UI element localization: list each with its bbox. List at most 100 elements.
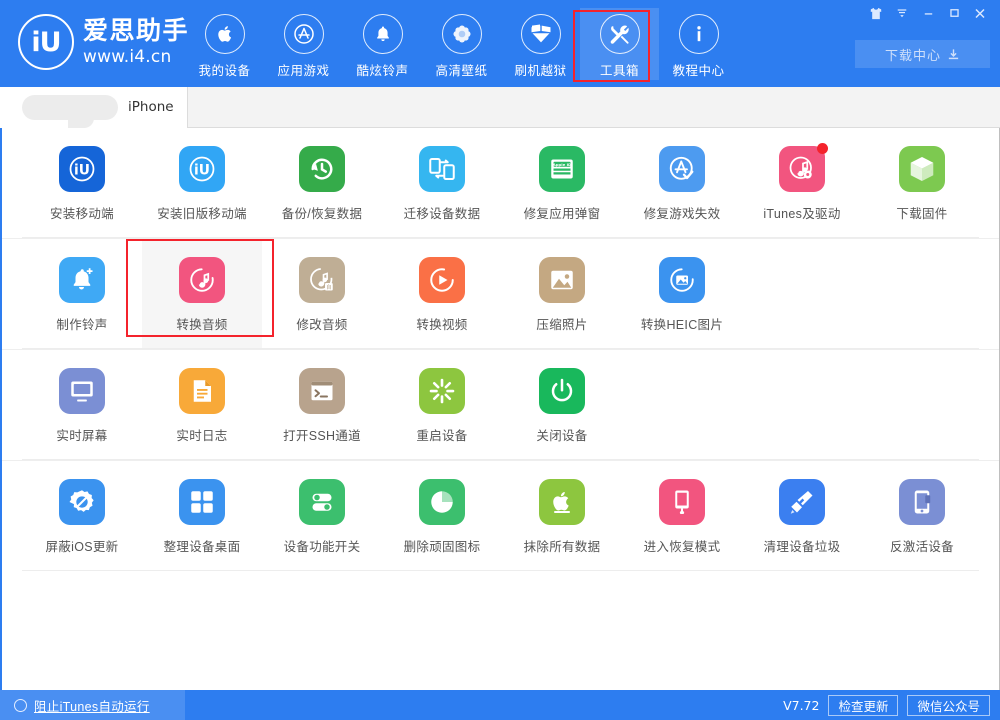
nav-item-apps-games[interactable]: 应用游戏 xyxy=(264,8,343,80)
feature-toggle-icon xyxy=(299,479,345,525)
nav-item-ringtones[interactable]: 酷炫铃声 xyxy=(343,8,422,80)
migrate-data-icon xyxy=(419,146,465,192)
tool-tile-ssh-terminal[interactable]: 打开SSH通道 xyxy=(262,350,382,460)
tool-row: iU 安装移动端 iU 安装旧版移动端 备份/恢复数据迁移设备数据Apple ID修复应… xyxy=(2,128,999,238)
i4-logo-icon: iU xyxy=(18,14,74,70)
tool-tile-label: 进入恢复模式 xyxy=(644,536,721,555)
tool-tile-i4-app[interactable]: iU 安装移动端 xyxy=(22,128,142,238)
tool-tile-label: 屏蔽iOS更新 xyxy=(46,536,119,555)
live-screen-icon xyxy=(59,368,105,414)
tool-tile-i4-app-old[interactable]: iU 安装旧版移动端 xyxy=(142,128,262,238)
skin-icon[interactable] xyxy=(864,3,888,23)
toolbox-content: iU 安装移动端 iU 安装旧版移动端 备份/恢复数据迁移设备数据Apple ID修复应… xyxy=(0,128,1000,690)
tool-tile-label: 安装旧版移动端 xyxy=(157,203,247,222)
erase-all-data-icon xyxy=(539,479,585,525)
backup-restore-icon xyxy=(299,146,345,192)
i4-app-old-icon: iU xyxy=(179,146,225,192)
tool-tile-delete-stubborn[interactable]: 删除顽固图标 xyxy=(382,461,502,571)
nav-item-my-device[interactable]: 我的设备 xyxy=(185,8,264,80)
nav-item-tutorial-center[interactable]: 教程中心 xyxy=(659,8,738,80)
ringtone-make-icon xyxy=(59,257,105,303)
tool-tile-label: 反激活设备 xyxy=(890,536,954,555)
organize-desktop-icon xyxy=(179,479,225,525)
tool-tile-migrate-data[interactable]: 迁移设备数据 xyxy=(382,128,502,238)
tool-tile-label: 关闭设备 xyxy=(536,425,587,444)
tool-tile-compress-photo[interactable]: 压缩照片 xyxy=(502,239,622,349)
tool-tile-erase-all-data[interactable]: 抹除所有数据 xyxy=(502,461,622,571)
maximize-icon[interactable] xyxy=(942,3,966,23)
menu-dropdown-icon[interactable] xyxy=(890,3,914,23)
block-itunes-label: 阻止iTunes自动运行 xyxy=(34,696,150,715)
tool-tile-label: 实时日志 xyxy=(176,425,227,444)
appleid-card-icon: Apple ID xyxy=(539,146,585,192)
tool-tile-live-log[interactable]: 实时日志 xyxy=(142,350,262,460)
tool-tile-firmware-box[interactable]: 下载固件 xyxy=(862,128,982,238)
nav-label: 高清壁纸 xyxy=(435,60,487,79)
main-navigation: 我的设备 应用游戏 酷炫铃声 xyxy=(185,8,738,80)
nav-label: 教程中心 xyxy=(672,60,724,79)
tool-tile-label: iTunes及驱动 xyxy=(763,203,840,222)
tool-tile-backup-restore[interactable]: 备份/恢复数据 xyxy=(262,128,382,238)
tool-tile-label: 转换视频 xyxy=(416,314,467,333)
app-header: iU 爱思助手 www.i4.cn 我的设备 xyxy=(0,0,1000,87)
appstore-icon xyxy=(284,14,324,54)
power-off-icon xyxy=(539,368,585,414)
tool-tile-edit-audio[interactable]: 自修改音频 xyxy=(262,239,382,349)
status-bar-right: V7.72 检查更新 微信公众号 xyxy=(783,690,990,720)
tools-icon xyxy=(600,14,640,54)
tool-tile-restart-device[interactable]: 重启设备 xyxy=(382,350,502,460)
tool-tile-label: 安装移动端 xyxy=(50,203,114,222)
wechat-label: 微信公众号 xyxy=(917,696,980,715)
nav-item-wallpapers[interactable]: 高清壁纸 xyxy=(422,8,501,80)
check-update-button[interactable]: 检查更新 xyxy=(828,695,898,716)
appstore-check-icon xyxy=(659,146,705,192)
tool-tile-appstore-check[interactable]: 修复游戏失效 xyxy=(622,128,742,238)
convert-heic-icon xyxy=(659,257,705,303)
tool-tile-label: 整理设备桌面 xyxy=(164,536,241,555)
tool-tile-label: 备份/恢复数据 xyxy=(282,203,363,222)
tool-tile-label: 制作铃声 xyxy=(56,314,107,333)
window-controls xyxy=(864,3,992,23)
tool-tile-convert-video[interactable]: 转换视频 xyxy=(382,239,502,349)
redacted-device-name xyxy=(22,95,118,120)
tool-tile-label: 转换HEIC图片 xyxy=(641,314,723,333)
box-open-icon xyxy=(521,14,561,54)
wechat-official-button[interactable]: 微信公众号 xyxy=(907,695,990,716)
tool-tile-power-off[interactable]: 关闭设备 xyxy=(502,350,622,460)
svg-text:自: 自 xyxy=(326,283,332,291)
download-icon xyxy=(947,48,960,61)
tab-iphone[interactable]: iPhone xyxy=(0,87,188,128)
i4-app-icon: iU xyxy=(59,146,105,192)
tool-tile-itunes-driver[interactable]: iTunes及驱动 xyxy=(742,128,862,238)
tool-tile-live-screen[interactable]: 实时屏幕 xyxy=(22,350,142,460)
tool-tile-recovery-mode[interactable]: 进入恢复模式 xyxy=(622,461,742,571)
download-center-button[interactable]: 下载中心 xyxy=(855,40,990,68)
tool-tile-ringtone-make[interactable]: 制作铃声 xyxy=(22,239,142,349)
i4-assistant-window: iU 爱思助手 www.i4.cn 我的设备 xyxy=(0,0,1000,720)
info-icon xyxy=(679,14,719,54)
tool-tile-deactivate-device[interactable]: 反激活设备 xyxy=(862,461,982,571)
tool-tile-label: 压缩照片 xyxy=(536,314,587,333)
minimize-icon[interactable] xyxy=(916,3,940,23)
check-update-label: 检查更新 xyxy=(838,696,888,715)
status-bar: 阻止iTunes自动运行 V7.72 检查更新 微信公众号 xyxy=(0,690,1000,720)
svg-text:Apple ID: Apple ID xyxy=(553,162,571,167)
block-itunes-toggle[interactable]: 阻止iTunes自动运行 xyxy=(0,690,185,720)
tool-tile-label: 抹除所有数据 xyxy=(524,536,601,555)
tool-tile-organize-desktop[interactable]: 整理设备桌面 xyxy=(142,461,262,571)
tool-tile-block-ios-update[interactable]: 屏蔽iOS更新 xyxy=(22,461,142,571)
tool-tile-convert-heic[interactable]: 转换HEIC图片 xyxy=(622,239,742,349)
close-icon[interactable] xyxy=(968,3,992,23)
nav-label: 应用游戏 xyxy=(277,60,329,79)
nav-item-toolbox[interactable]: 工具箱 xyxy=(580,8,659,80)
tool-tile-clean-junk[interactable]: 清理设备垃圾 xyxy=(742,461,862,571)
tool-tile-feature-toggle[interactable]: 设备功能开关 xyxy=(262,461,382,571)
tool-tile-appleid-card[interactable]: Apple ID修复应用弹窗 xyxy=(502,128,622,238)
tool-row: 制作铃声 转换音频自修改音频转换视频 压缩照片 转换HEIC图片 xyxy=(2,238,999,349)
tool-row: 实时屏幕实时日志 打开SSH通道重启设备关闭设备 xyxy=(2,349,999,460)
nav-item-flash-jailbreak[interactable]: 刷机越狱 xyxy=(501,8,580,80)
brand-logo-area: iU 爱思助手 www.i4.cn xyxy=(18,14,189,70)
row-separator xyxy=(22,570,979,571)
tool-tile-convert-audio[interactable]: 转换音频 xyxy=(142,239,262,349)
apple-icon xyxy=(205,14,245,54)
